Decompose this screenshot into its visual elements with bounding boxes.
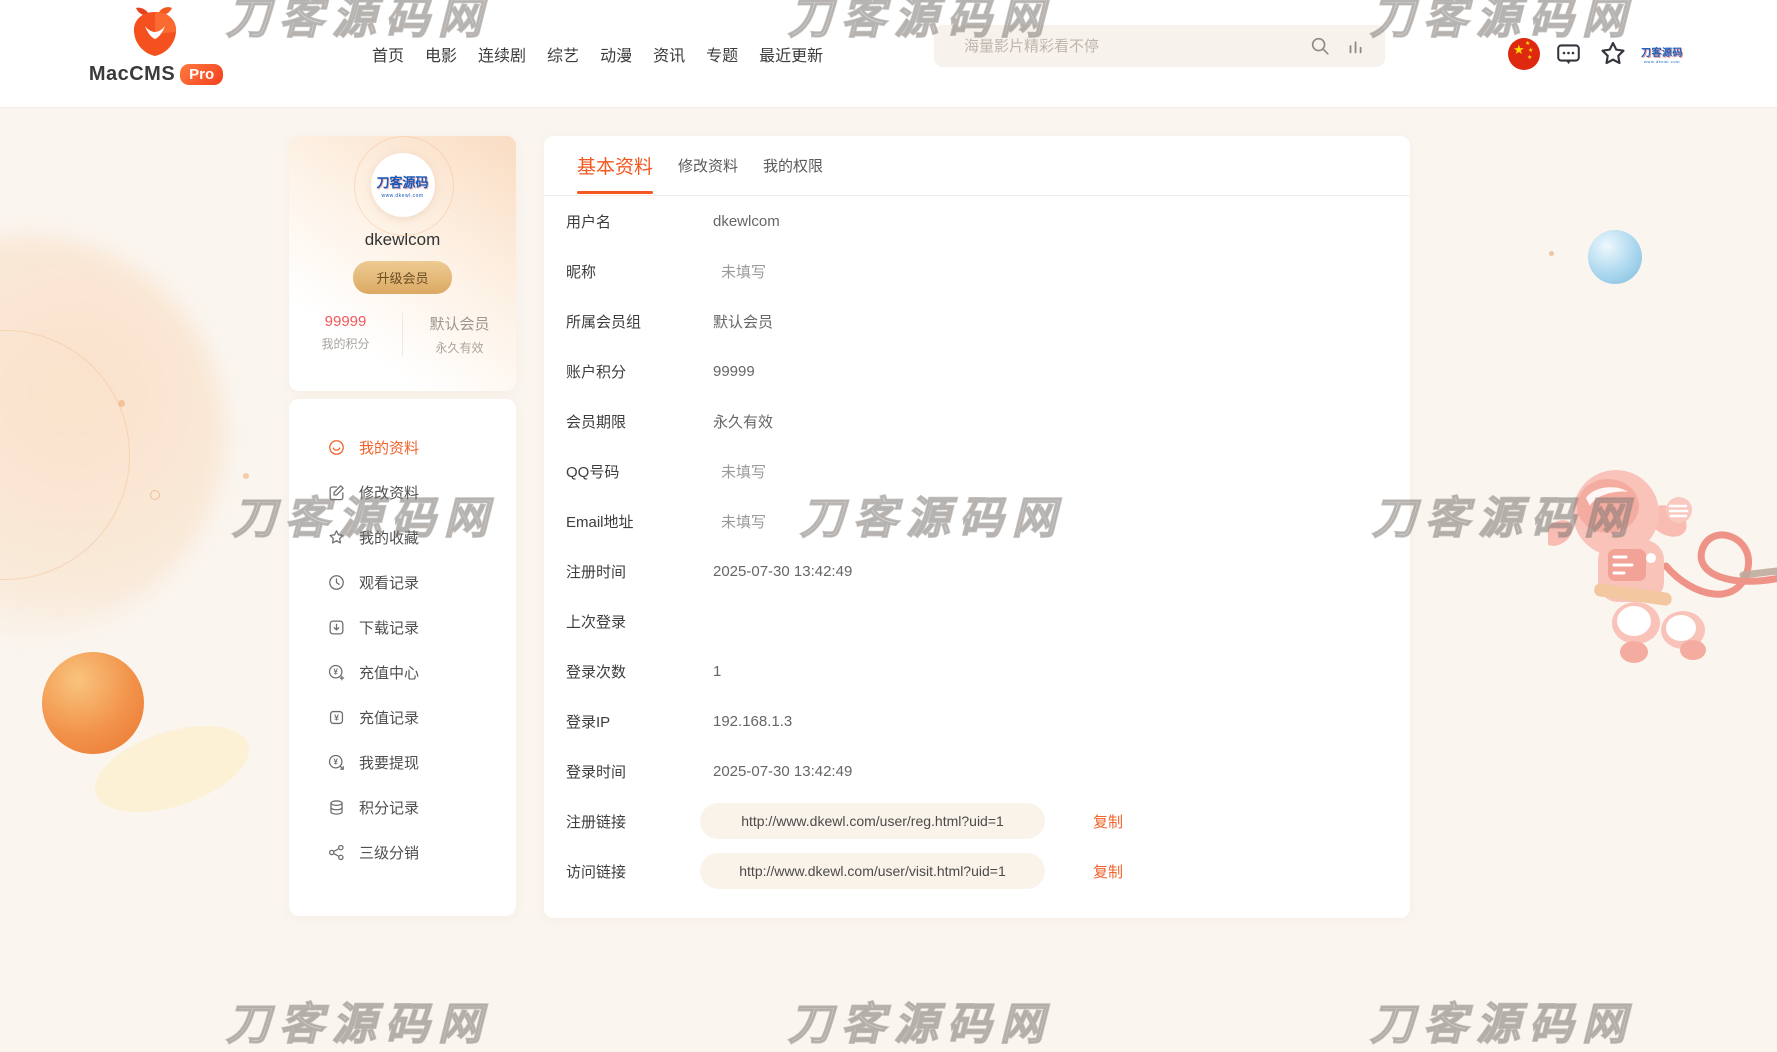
profile-smiley-icon — [327, 438, 346, 457]
avatar-logo-text: 刀客源码 — [376, 172, 428, 191]
form-row-login-time: 登录时间 2025-07-30 13:42:49 — [544, 746, 1410, 796]
sidebar-item-favorites[interactable]: 我的收藏 — [289, 515, 516, 560]
dot-decoration — [118, 400, 125, 407]
language-flag-icon[interactable]: ★★★★ — [1508, 0, 1540, 108]
watermark-text: 刀客源码网 — [226, 988, 491, 1052]
peach-blob-decoration — [0, 235, 225, 635]
logo-brand-text: MacCMS — [89, 63, 175, 86]
nav-item-recent[interactable]: 最近更新 — [759, 42, 823, 66]
points-stat: 99999 我的积分 — [289, 313, 403, 356]
star-icon — [327, 528, 346, 547]
sidebar-item-recharge-center[interactable]: ¥ 充值中心 — [289, 650, 516, 695]
blue-ball-decoration — [1588, 230, 1642, 284]
search-icon[interactable] — [1309, 35, 1331, 57]
form-row-register-link: 注册链接 复制 — [544, 796, 1410, 846]
sidebar-item-download-history[interactable]: 下载记录 — [289, 605, 516, 650]
nav-item-news[interactable]: 资讯 — [653, 42, 685, 66]
clock-icon — [327, 573, 346, 592]
tab-basic-info[interactable]: 基本资料 — [577, 152, 653, 179]
withdraw-icon: ¥ — [327, 753, 346, 772]
favorites-star-icon[interactable] — [1598, 0, 1628, 108]
sidebar-item-points-record[interactable]: 积分记录 — [289, 785, 516, 830]
recharge-center-icon: ¥ — [327, 663, 346, 682]
edit-icon — [327, 483, 346, 502]
sidebar-item-watch-history[interactable]: 观看记录 — [289, 560, 516, 605]
form-row-member-term: 会员期限 永久有效 — [544, 396, 1410, 446]
copy-register-link-button[interactable]: 复制 — [1093, 811, 1123, 832]
strawberry-logo-icon — [131, 4, 181, 60]
tab-my-permissions[interactable]: 我的权限 — [763, 155, 823, 176]
nav-item-home[interactable]: 首页 — [372, 42, 404, 66]
form-row-member-group: 所属会员组 默认会员 — [544, 296, 1410, 346]
site-logo[interactable]: MacCMS Pro — [96, 4, 216, 86]
sidebar-item-edit-profile[interactable]: 修改资料 — [289, 470, 516, 515]
yellow-blob-decoration — [84, 709, 259, 829]
main-nav: 首页 电影 连续剧 综艺 动漫 资讯 专题 最近更新 — [372, 0, 823, 108]
form-row-username: 用户名 dkewlcom — [544, 196, 1410, 246]
dot-decoration — [150, 490, 160, 500]
form-row-visit-link: 访问链接 复制 — [544, 846, 1410, 896]
member-validity-label: 永久有效 — [403, 339, 516, 356]
form-row-login-ip: 登录IP 192.168.1.3 — [544, 696, 1410, 746]
copy-visit-link-button[interactable]: 复制 — [1093, 861, 1123, 882]
watermark-text: 刀客源码网 — [1370, 988, 1635, 1052]
profile-card: 刀客源码 www.dkewl.com dkewlcom 升级会员 99999 我… — [289, 136, 516, 391]
form-row-register-time: 注册时间 2025-07-30 13:42:49 — [544, 546, 1410, 596]
svg-text:¥: ¥ — [334, 668, 339, 677]
tab-bar: 基本资料 修改资料 我的权限 — [544, 136, 1410, 196]
share-network-icon — [327, 843, 346, 862]
member-group-value: 默认会员 — [403, 313, 516, 334]
nav-item-topics[interactable]: 专题 — [706, 42, 738, 66]
nav-item-movies[interactable]: 电影 — [425, 42, 457, 66]
watermark-text: 刀客源码网 — [788, 988, 1053, 1052]
avatar-logo-url: www.dkewl.com — [381, 193, 423, 199]
dkewl-mini-logo[interactable]: 刀客源码 www.dkewl.com — [1641, 0, 1683, 108]
visit-link-input[interactable] — [700, 853, 1045, 889]
download-icon — [327, 618, 346, 637]
mini-logo-subtext: www.dkewl.com — [1644, 59, 1680, 64]
orange-ball-decoration — [42, 652, 144, 754]
astronaut-illustration — [1548, 418, 1777, 668]
watermark-text: 刀客源码网 — [1372, 482, 1637, 546]
points-value: 99999 — [289, 313, 402, 330]
messages-icon[interactable] — [1554, 0, 1583, 108]
dot-decoration — [1549, 251, 1554, 256]
sidebar-item-distribution[interactable]: 三级分销 — [289, 830, 516, 875]
recharge-record-icon: ¥ — [327, 708, 346, 727]
svg-text:¥: ¥ — [334, 758, 339, 767]
register-link-input[interactable] — [700, 803, 1045, 839]
points-record-icon — [327, 798, 346, 817]
sidebar-item-my-profile[interactable]: 我的资料 — [289, 425, 516, 470]
sidebar-item-recharge-record[interactable]: ¥ 充值记录 — [289, 695, 516, 740]
header: MacCMS Pro 首页 电影 连续剧 综艺 动漫 资讯 专题 最近更新 ★★… — [0, 0, 1777, 108]
form-row-login-count: 登录次数 1 — [544, 646, 1410, 696]
logo-pro-badge: Pro — [180, 64, 223, 85]
points-label: 我的积分 — [289, 335, 402, 352]
member-group-stat: 默认会员 永久有效 — [403, 313, 516, 356]
dot-decoration — [243, 473, 249, 479]
nav-item-anime[interactable]: 动漫 — [600, 42, 632, 66]
search-bar — [934, 25, 1385, 67]
svg-text:¥: ¥ — [334, 713, 339, 723]
sidebar-menu: 我的资料 修改资料 我的收藏 观看记录 下载记录 ¥ 充值中心 — [289, 399, 516, 916]
nav-item-variety[interactable]: 综艺 — [547, 42, 579, 66]
form-row-last-login: 上次登录 — [544, 596, 1410, 646]
upgrade-member-button[interactable]: 升级会员 — [353, 261, 451, 294]
form-row-qq: QQ号码 未填写 — [544, 446, 1410, 496]
tab-edit-info[interactable]: 修改资料 — [678, 155, 738, 176]
form-row-account-points: 账户积分 99999 — [544, 346, 1410, 396]
search-input[interactable] — [964, 38, 1309, 55]
sidebar-item-withdraw[interactable]: ¥ 我要提现 — [289, 740, 516, 785]
profile-detail-panel: 基本资料 修改资料 我的权限 用户名 dkewlcom 昵称 未填写 所属会员组… — [544, 136, 1410, 918]
form-row-email: Email地址 未填写 — [544, 496, 1410, 546]
ring-decoration — [0, 330, 130, 580]
mini-logo-text: 刀客源码 — [1641, 44, 1683, 59]
avatar[interactable]: 刀客源码 www.dkewl.com — [371, 153, 435, 217]
ranking-bars-icon[interactable] — [1345, 35, 1367, 57]
nav-item-series[interactable]: 连续剧 — [478, 42, 526, 66]
form-row-nickname: 昵称 未填写 — [544, 246, 1410, 296]
